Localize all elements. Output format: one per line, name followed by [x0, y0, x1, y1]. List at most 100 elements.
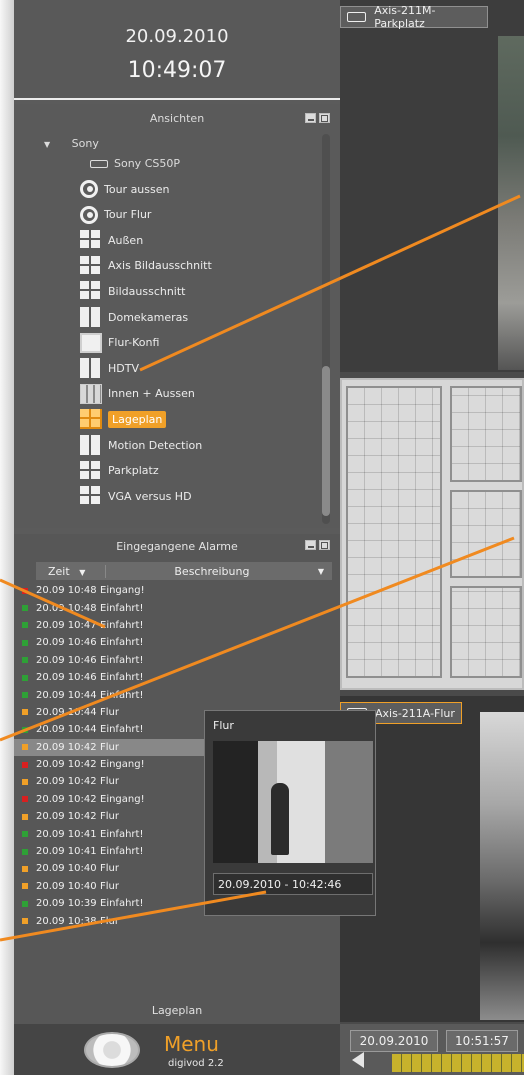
timeline-bar[interactable]	[392, 1054, 524, 1072]
alarm-description: Einfahrt!	[100, 672, 144, 684]
alarm-row[interactable]: 20.09 10:44 Einfahrt!	[14, 686, 340, 703]
floor-room	[450, 586, 522, 678]
maximize-button[interactable]	[319, 113, 330, 123]
views-window-buttons	[305, 113, 330, 123]
alarm-description: Eingang!	[100, 585, 145, 597]
collapse-triangle-icon[interactable]: ▼	[44, 140, 50, 149]
alarm-row[interactable]: 20.09 10:46 Einfahrt!	[14, 669, 340, 686]
view-item-label: Außen	[108, 233, 144, 247]
tree-group-sony[interactable]: ▼ Sony	[44, 137, 99, 150]
popup-title: Flur	[213, 719, 234, 732]
view-item[interactable]: Tour Flur	[80, 204, 151, 226]
alarm-row[interactable]: 20.09 10:48 Eingang!	[14, 582, 340, 599]
view-item-label: Lageplan	[108, 410, 167, 428]
view-item[interactable]: Tour aussen	[80, 178, 169, 200]
column-description[interactable]: Beschreibung	[106, 565, 318, 578]
clock-date: 20.09.2010	[125, 26, 229, 47]
camera-bottom-label: Axis-211A-Flur	[375, 706, 455, 720]
view-item[interactable]: Motion Detection	[80, 434, 202, 456]
playback-date[interactable]: 20.09.2010	[350, 1030, 438, 1052]
alarm-status-icon	[22, 587, 28, 594]
camera-bottom-image	[480, 712, 524, 1020]
alarms-maximize-button[interactable]	[319, 540, 330, 550]
alarm-status-icon	[22, 726, 28, 733]
view-item[interactable]: Bildausschnitt	[80, 280, 186, 302]
alarm-description: Flur	[100, 776, 119, 788]
view-item-label: Domekameras	[108, 310, 189, 324]
rewind-arrow-icon[interactable]	[352, 1052, 364, 1068]
alarm-time: 20.09 10:42	[36, 741, 97, 753]
alarm-time: 20.09 10:40	[36, 880, 97, 892]
menu-area[interactable]: Menu digivod 2.2	[14, 1024, 340, 1075]
alarm-time: 20.09 10:41	[36, 846, 97, 858]
playback-time[interactable]: 10:51:57	[446, 1030, 518, 1052]
popup-timestamp: 20.09.2010 - 10:42:46	[213, 873, 373, 895]
camera-top-tag[interactable]: Axis-211M-Parkplatz	[340, 4, 488, 30]
views-scrollbar-thumb[interactable]	[322, 366, 330, 516]
alarm-time: 20.09 10:46	[36, 672, 97, 684]
alarm-description: Einfahrt!	[100, 637, 144, 649]
alarm-time: 20.09 10:44	[36, 724, 97, 736]
view-item[interactable]: Parkplatz	[80, 460, 159, 482]
alarm-status-icon	[22, 657, 28, 664]
tree-camera-label: Sony CS50P	[114, 157, 180, 170]
alarm-time: 20.09 10:44	[36, 706, 97, 718]
alarm-row[interactable]: 20.09 10:48 Einfahrt!	[14, 599, 340, 616]
alarm-description: Einfahrt!	[100, 898, 144, 910]
alarm-description: Einfahrt!	[100, 619, 144, 631]
view-item[interactable]: Axis Bildausschnitt	[80, 255, 212, 277]
alarm-status-icon	[22, 778, 28, 785]
menu-button[interactable]: Menu	[164, 1032, 219, 1056]
view-item[interactable]: Lageplan	[80, 408, 167, 430]
view-item[interactable]: HDTV	[80, 357, 139, 379]
alarm-row[interactable]: 20.09 10:46 Einfahrt!	[14, 652, 340, 669]
alarm-status-icon	[22, 918, 28, 925]
alarm-description: Flur	[100, 915, 119, 927]
alarm-time: 20.09 10:42	[36, 759, 97, 771]
column-time-label: Zeit	[48, 564, 70, 578]
alarm-status-icon	[22, 761, 28, 768]
clock-time: 10:49:07	[127, 58, 227, 83]
minimize-button[interactable]	[305, 113, 316, 123]
alarm-description: Flur	[100, 863, 119, 875]
alarm-description: Eingang!	[100, 759, 145, 771]
alarm-description: Flur	[100, 706, 119, 718]
camera-top-label: Axis-211M-Parkplatz	[374, 4, 436, 30]
view-item[interactable]: Außen	[80, 229, 143, 251]
alarm-status-icon	[22, 639, 28, 646]
split-icon	[80, 358, 102, 379]
alarms-footer-label: Lageplan	[151, 1004, 203, 1017]
alarm-row[interactable]: 20.09 10:46 Einfahrt!	[14, 634, 340, 651]
dropdown-arrow-icon[interactable]: ▼	[318, 567, 324, 576]
view-item[interactable]: Flur-Konfi	[80, 332, 159, 354]
popup-snapshot[interactable]	[213, 741, 373, 863]
alarm-status-icon	[22, 622, 28, 629]
tree-camera-item[interactable]: Sony CS50P	[90, 157, 180, 170]
alarms-column-header: Zeit ▼ Beschreibung ▼	[36, 562, 332, 580]
sort-arrow-icon: ▼	[79, 567, 86, 577]
grid-4-icon	[80, 281, 102, 302]
column-description-label: Beschreibung	[174, 564, 250, 578]
tour-icon	[80, 180, 98, 198]
alarm-status-icon	[22, 605, 28, 612]
floor-plan[interactable]	[340, 378, 524, 690]
view-item-label: Tour Flur	[104, 208, 152, 222]
column-time[interactable]: Zeit ▼	[36, 564, 106, 578]
camera-top-view[interactable]	[340, 0, 524, 372]
alarm-description: Einfahrt!	[100, 724, 144, 736]
view-item[interactable]: Domekameras	[80, 306, 188, 328]
view-item-label: Innen + Aussen	[108, 387, 195, 401]
alarms-minimize-button[interactable]	[305, 540, 316, 550]
view-item[interactable]: VGA versus HD	[80, 485, 192, 507]
view-item[interactable]: Innen + Aussen	[80, 383, 195, 405]
grid-9-icon	[80, 383, 102, 404]
alarm-description: Flur	[100, 741, 119, 753]
grid-4-icon	[80, 460, 102, 481]
alarm-status-icon	[22, 900, 28, 907]
single-icon	[80, 332, 102, 353]
alarm-row[interactable]: 20.09 10:47 Einfahrt!	[14, 617, 340, 634]
alarm-status-icon	[22, 709, 28, 716]
alarms-window-buttons	[305, 540, 330, 550]
alarm-status-icon	[22, 865, 28, 872]
alarm-status-icon	[22, 796, 28, 803]
